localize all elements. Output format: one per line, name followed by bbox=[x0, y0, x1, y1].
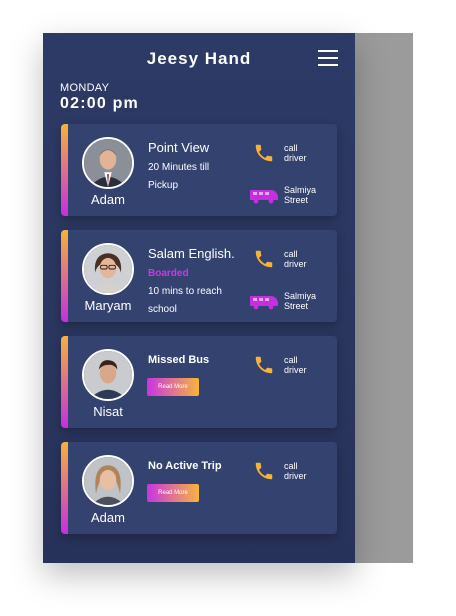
student-name: Adam bbox=[91, 192, 125, 207]
card-accent-stripe bbox=[61, 442, 68, 534]
time-label: 02:00 pm bbox=[60, 95, 139, 112]
trip-info-line: Pickup bbox=[148, 180, 179, 191]
app-title: Jeesy Hand bbox=[146, 49, 252, 68]
background-panel bbox=[355, 33, 413, 563]
read-more-button[interactable]: Read More bbox=[147, 484, 199, 502]
status-badge: Boarded bbox=[148, 268, 189, 279]
call-driver-link[interactable]: call driver bbox=[284, 143, 307, 163]
avatar bbox=[82, 137, 134, 189]
student-card[interactable]: Maryam Salam English. Boarded 10 mins to… bbox=[61, 230, 337, 322]
avatar bbox=[82, 349, 134, 401]
day-label: MONDAY bbox=[60, 82, 110, 94]
trip-info-line: 10 mins to reach bbox=[148, 286, 222, 297]
call-driver-link[interactable]: call driver bbox=[284, 249, 307, 269]
trip-info-line: school bbox=[148, 304, 177, 315]
call-driver-link[interactable]: call driver bbox=[284, 461, 307, 481]
school-title: Salam English. bbox=[148, 246, 235, 261]
student-name: Adam bbox=[91, 510, 125, 525]
phone-icon[interactable] bbox=[253, 354, 275, 376]
trip-info-line: 20 Minutes till bbox=[148, 162, 210, 173]
bus-icon bbox=[250, 296, 278, 310]
student-name: Maryam bbox=[84, 298, 132, 313]
card-accent-stripe bbox=[61, 124, 68, 216]
trip-status-title: Missed Bus bbox=[148, 354, 210, 366]
bus-icon bbox=[250, 190, 278, 204]
app-screen: Jeesy Hand MONDAY 02:00 pm Adam Point Vi… bbox=[43, 33, 355, 563]
bus-location: Salmiya Street bbox=[284, 185, 317, 205]
read-more-button[interactable]: Read More bbox=[147, 378, 199, 396]
stop-title: Point View bbox=[148, 140, 210, 155]
avatar bbox=[82, 243, 134, 295]
phone-icon[interactable] bbox=[253, 142, 275, 164]
hamburger-menu-icon[interactable] bbox=[318, 50, 338, 66]
student-card[interactable]: Adam No Active Trip Read More call driver bbox=[61, 442, 337, 534]
bus-location: Salmiya Street bbox=[284, 291, 317, 311]
avatar bbox=[82, 455, 134, 507]
phone-icon[interactable] bbox=[253, 248, 275, 270]
call-driver-link[interactable]: call driver bbox=[284, 355, 307, 375]
card-accent-stripe bbox=[61, 336, 68, 428]
student-name: Nisat bbox=[93, 404, 123, 419]
phone-icon[interactable] bbox=[253, 460, 275, 482]
student-card[interactable]: Nisat Missed Bus Read More call driver bbox=[61, 336, 337, 428]
trip-status-title: No Active Trip bbox=[148, 460, 222, 472]
student-card[interactable]: Adam Point View 20 Minutes till Pickup c… bbox=[61, 124, 337, 216]
card-accent-stripe bbox=[61, 230, 68, 322]
